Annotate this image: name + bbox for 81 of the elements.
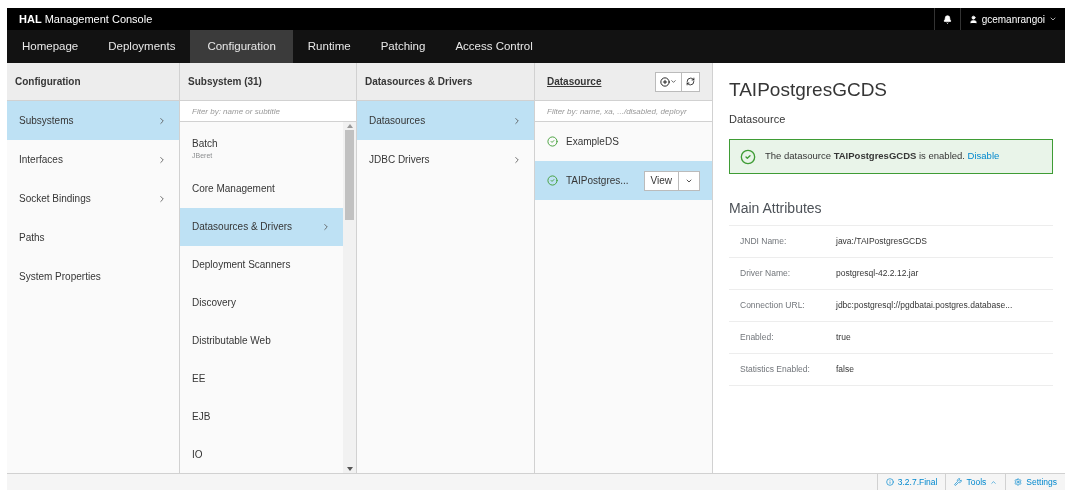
- item-label: EE: [192, 371, 206, 386]
- list-item[interactable]: TAIPostgres... View: [535, 161, 712, 200]
- attribute-value: false: [836, 363, 854, 376]
- item-label: EJB: [192, 409, 211, 424]
- chevron-down-icon: [1049, 15, 1057, 23]
- info-icon: [885, 478, 894, 486]
- filter-field[interactable]: Fiter by: name or subtitle: [180, 101, 356, 122]
- attribute-label: Enabled:: [740, 331, 775, 344]
- nav-tab[interactable]: Deployments: [93, 30, 191, 63]
- attribute-label: Connection URL:: [740, 299, 806, 312]
- item-label: Core Management: [192, 182, 275, 197]
- list-item[interactable]: Datasources: [357, 101, 534, 140]
- item-label: Datasources: [369, 114, 426, 128]
- attribute-value: postgresql-42.2.12.jar: [836, 267, 919, 280]
- item-label: Deployment Scanners: [192, 258, 291, 273]
- item-label: Socket Bindings: [19, 192, 91, 206]
- list-item[interactable]: Socket Bindings: [7, 179, 179, 218]
- item-label: TAIPostgres...: [566, 174, 630, 188]
- item-label: JDBC Drivers: [369, 153, 430, 167]
- list-item[interactable]: ExampleDS: [535, 122, 712, 161]
- list-item[interactable]: Subsystems: [7, 101, 179, 140]
- app-title: HAL Management Console: [19, 11, 153, 27]
- list-item[interactable]: Core Management: [180, 170, 343, 208]
- item-label: Datasources & Drivers: [192, 220, 293, 235]
- list-item[interactable]: Paths: [7, 218, 179, 257]
- plus-circle-icon: [660, 76, 670, 87]
- column-header: Configuration: [7, 63, 179, 101]
- filter-field[interactable]: Filter by: name, xa, .../disabled, deployr: [535, 101, 712, 122]
- column-header[interactable]: Datasource: [547, 74, 602, 89]
- page-subtitle: Datasource: [729, 111, 787, 127]
- section-title: Main Attributes: [729, 198, 1053, 226]
- chevron-down-icon: [670, 78, 677, 85]
- item-label: Subsystems: [19, 114, 74, 128]
- version-button[interactable]: 3.2.7.Final: [876, 474, 946, 490]
- chevron-up-icon: [990, 478, 998, 486]
- alert-text: The datasource TAIPostgresGCDS is enabled. Disable: [765, 149, 1000, 164]
- list-item[interactable]: EJB: [180, 397, 343, 436]
- item-label: ExampleDS: [566, 135, 620, 149]
- wrench-icon: [954, 478, 963, 486]
- scroll-up-icon[interactable]: [346, 124, 353, 128]
- column-header: Subsystem (31): [180, 63, 356, 101]
- list-item[interactable]: Discovery: [180, 283, 343, 322]
- scrollbar-thumb[interactable]: [345, 130, 354, 220]
- list-item[interactable]: Datasources & Drivers: [180, 207, 343, 246]
- attribute-value: java:/TAIPostgresGCDS: [836, 235, 927, 248]
- attribute-value: jdbc:postgresql://pgdbatai.postgres.database...: [836, 299, 1013, 312]
- nav-tab[interactable]: Configuration: [190, 30, 293, 63]
- item-label: System Properties: [19, 270, 101, 284]
- scrollbar[interactable]: [343, 122, 356, 473]
- nav-tab[interactable]: Homepage: [7, 30, 94, 63]
- item-label: Paths: [19, 231, 45, 245]
- user-icon: [968, 14, 978, 24]
- settings-button[interactable]: Settings: [1005, 474, 1065, 490]
- item-label: Interfaces: [19, 153, 63, 167]
- refresh-icon: [686, 77, 695, 86]
- attribute-label: JNDI Name:: [740, 235, 788, 248]
- bell-icon: [942, 14, 952, 24]
- list-item[interactable]: Deployment Scanners: [180, 245, 343, 284]
- item-label: IO: [192, 447, 203, 462]
- attribute-value: true: [836, 331, 851, 344]
- nav-tab[interactable]: Patching: [365, 30, 441, 63]
- nav-tab[interactable]: Runtime: [292, 30, 366, 63]
- tools-button[interactable]: Tools: [945, 474, 1006, 490]
- item-label: Batch: [192, 137, 218, 151]
- scroll-down-icon[interactable]: [346, 467, 353, 471]
- check-circle-icon: [740, 148, 756, 165]
- attribute-label: Driver Name:: [740, 267, 792, 280]
- list-item[interactable]: IO: [180, 435, 343, 473]
- item-label: Discovery: [192, 296, 236, 311]
- column-header: Datasources & Drivers: [357, 63, 534, 101]
- list-item[interactable]: Interfaces: [7, 140, 179, 179]
- nav-tab[interactable]: Access Control: [440, 30, 548, 63]
- settings-icon: [1014, 478, 1023, 486]
- list-item[interactable]: Distributable Web: [180, 321, 343, 360]
- attribute-label: Statistics Enabled:: [740, 363, 811, 376]
- disable-link[interactable]: Disable: [967, 150, 1000, 162]
- item-label: Distributable Web: [192, 333, 271, 348]
- list-item[interactable]: EE: [180, 359, 343, 398]
- page-title: TAIPostgresGCDS: [729, 78, 889, 102]
- list-item[interactable]: System Properties: [7, 257, 179, 296]
- list-item[interactable]: JDBC Drivers: [357, 140, 534, 179]
